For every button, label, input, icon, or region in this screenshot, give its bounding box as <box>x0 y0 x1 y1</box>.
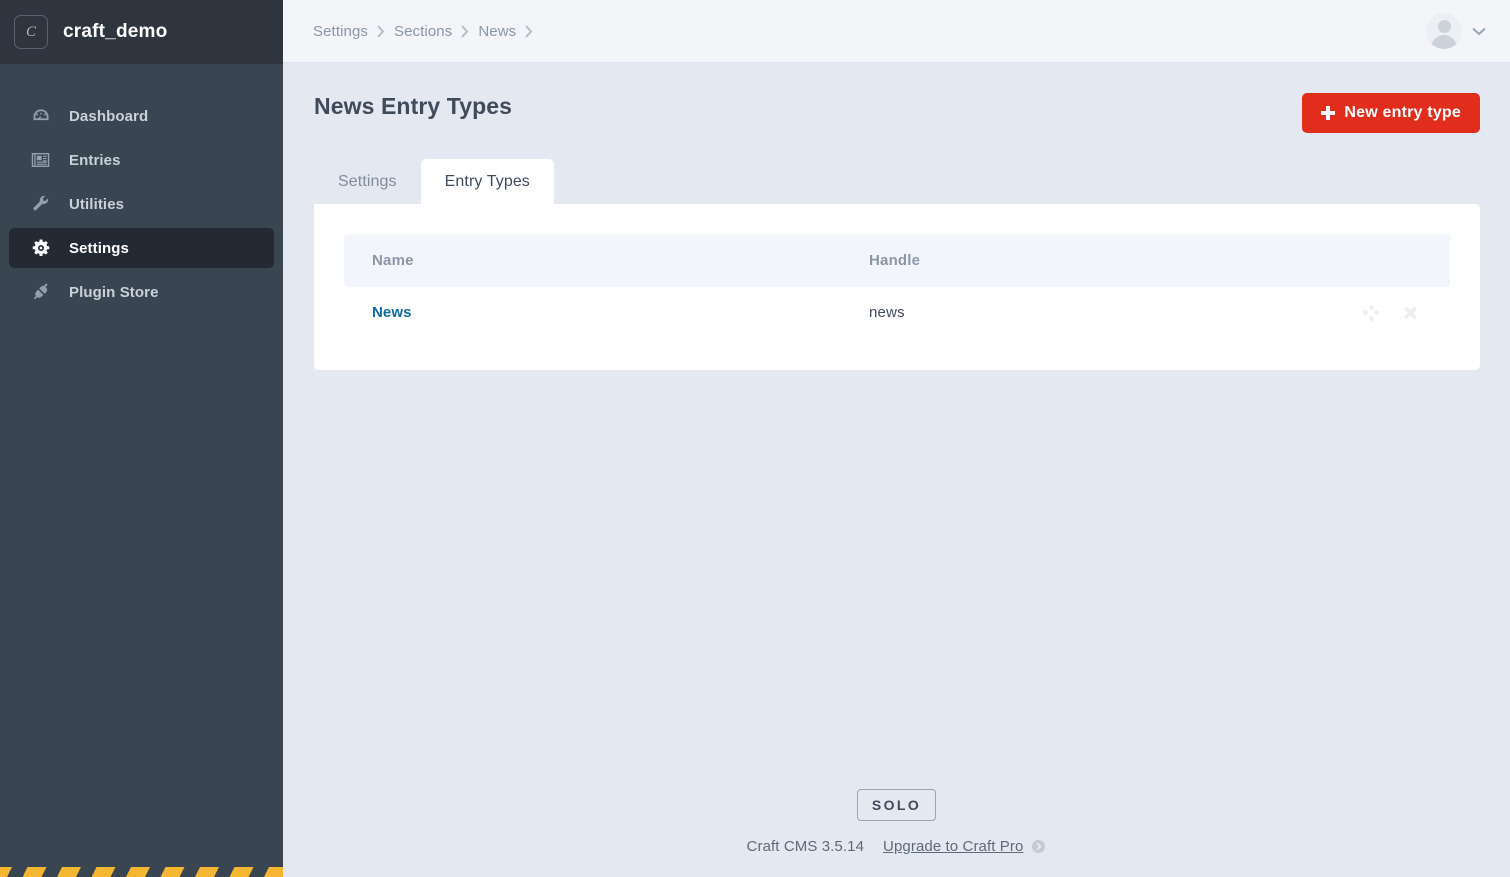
tab-bar: Settings Entry Types <box>283 159 1510 204</box>
chevron-down-icon <box>1472 27 1486 36</box>
breadcrumb-item-news[interactable]: News <box>478 23 516 40</box>
sidebar-item-label: Utilities <box>69 195 125 213</box>
tab-settings[interactable]: Settings <box>314 159 421 204</box>
breadcrumb: Settings Sections News <box>313 23 542 40</box>
footer: SOLO Craft CMS 3.5.14 Upgrade to Craft P… <box>283 789 1510 855</box>
upgrade-link-label: Upgrade to Craft Pro <box>883 838 1024 855</box>
page-header: News Entry Types New entry type <box>283 63 1510 133</box>
sidebar-item-label: Dashboard <box>69 107 149 125</box>
breadcrumb-item-sections[interactable]: Sections <box>394 23 452 40</box>
site-logo-badge: C <box>14 15 48 49</box>
edition-badge[interactable]: SOLO <box>856 789 937 821</box>
entry-type-link[interactable]: News <box>372 304 412 321</box>
sidebar-nav: Dashboard Entries Utilities Settings Plu… <box>0 96 283 316</box>
plug-icon <box>29 282 52 302</box>
chevron-right-icon <box>377 24 385 38</box>
move-handle-icon[interactable] <box>1363 304 1379 321</box>
page-title: News Entry Types <box>314 93 513 119</box>
new-entry-type-button[interactable]: New entry type <box>1302 93 1480 133</box>
sidebar-item-label: Plugin Store <box>69 283 159 301</box>
cell-actions <box>1290 287 1450 338</box>
sidebar-item-settings[interactable]: Settings <box>9 228 274 268</box>
chevron-right-icon <box>461 24 469 38</box>
column-header-name: Name <box>372 252 414 269</box>
gear-icon <box>29 238 52 258</box>
sidebar-item-plugin-store[interactable]: Plugin Store <box>9 272 274 312</box>
entry-type-handle: news <box>869 304 905 321</box>
sidebar-item-dashboard[interactable]: Dashboard <box>9 96 274 136</box>
wrench-icon <box>29 194 52 214</box>
account-menu[interactable] <box>1426 13 1486 49</box>
new-entry-type-button-label: New entry type <box>1344 104 1461 121</box>
breadcrumb-item-settings[interactable]: Settings <box>313 23 368 40</box>
sidebar-header[interactable]: C craft_demo <box>0 0 283 64</box>
row-actions <box>1318 304 1450 321</box>
avatar <box>1426 13 1462 49</box>
arrow-circle-right-icon <box>1031 839 1046 854</box>
footer-info: Craft CMS 3.5.14 Upgrade to Craft Pro <box>747 838 1047 855</box>
upgrade-link[interactable]: Upgrade to Craft Pro <box>883 838 1046 855</box>
main-content: Settings Sections News News Entry Types … <box>283 0 1510 877</box>
cell-handle: news <box>841 287 1290 338</box>
entry-types-table: Name Handle News news <box>344 234 1450 338</box>
column-header-handle: Handle <box>869 252 921 269</box>
cell-name: News <box>344 287 841 338</box>
dev-mode-stripe <box>0 867 283 877</box>
sidebar-item-label: Entries <box>69 151 121 169</box>
sidebar-item-label: Settings <box>69 239 129 257</box>
entry-types-card: Name Handle News news <box>314 204 1480 370</box>
table-header-row: Name Handle <box>344 234 1450 287</box>
topbar: Settings Sections News <box>283 0 1510 63</box>
newspaper-icon <box>29 150 52 170</box>
chevron-right-icon <box>525 24 533 38</box>
sidebar: C craft_demo Dashboard Entries Utilities… <box>0 0 283 877</box>
site-name: craft_demo <box>63 21 168 42</box>
gauge-icon <box>29 106 52 126</box>
table-row: News news <box>344 287 1450 338</box>
plus-icon <box>1321 106 1336 120</box>
sidebar-item-entries[interactable]: Entries <box>9 140 274 180</box>
column-header-actions <box>1290 234 1450 287</box>
craft-version: Craft CMS 3.5.14 <box>746 838 865 855</box>
close-icon[interactable] <box>1403 305 1418 320</box>
sidebar-item-utilities[interactable]: Utilities <box>9 184 274 224</box>
app-root: C craft_demo Dashboard Entries Utilities… <box>0 0 1510 877</box>
tab-entry-types[interactable]: Entry Types <box>420 159 554 204</box>
